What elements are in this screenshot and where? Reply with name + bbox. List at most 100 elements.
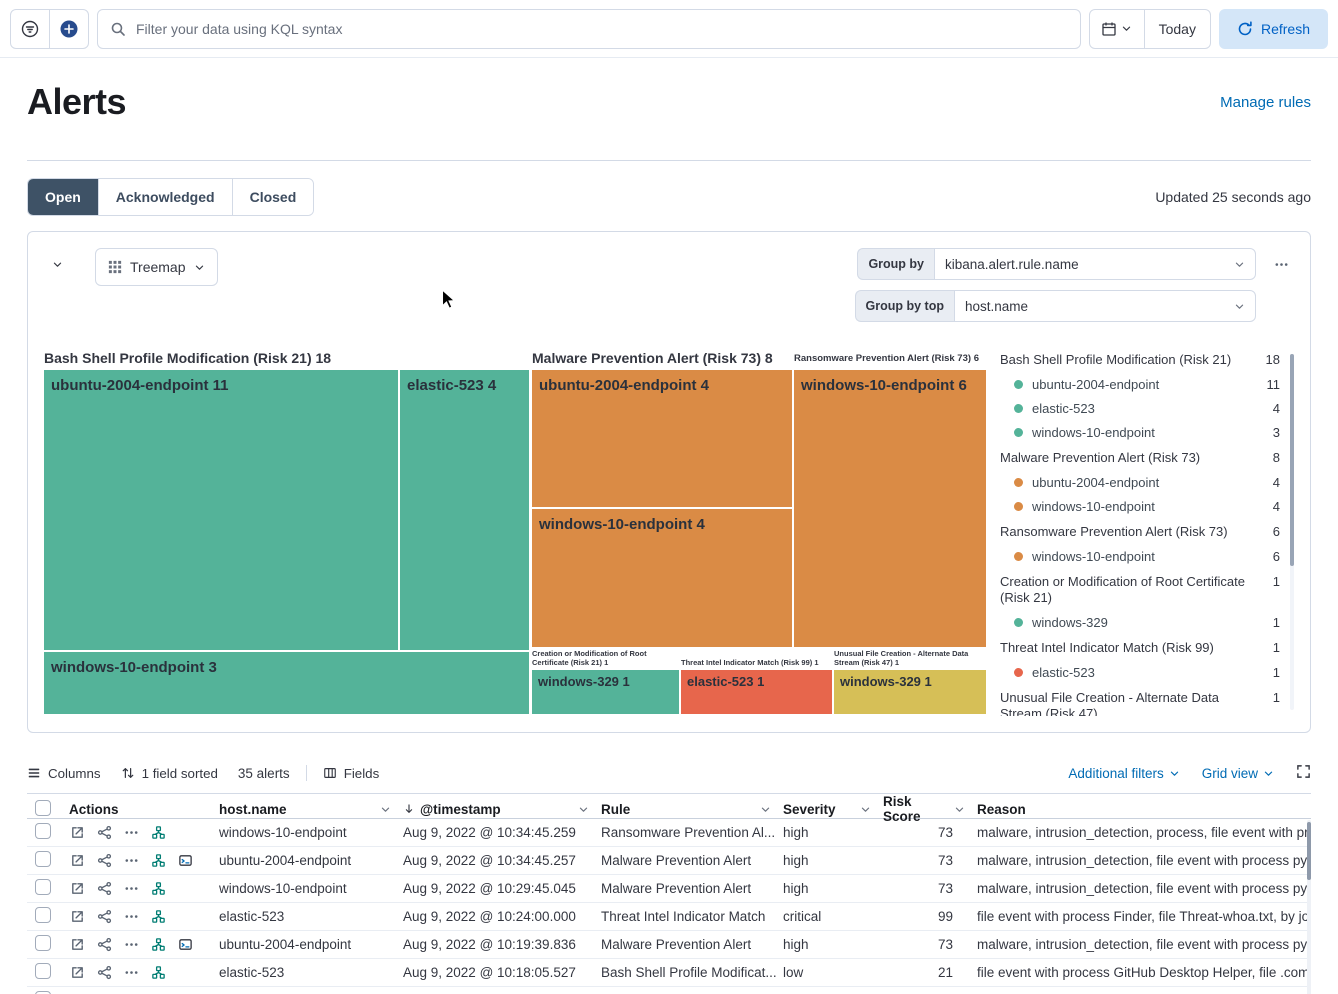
alert-status-filter-group: Open Acknowledged Closed	[27, 178, 314, 216]
more-actions-icon[interactable]	[123, 909, 139, 925]
chart-options-button[interactable]	[1268, 251, 1294, 277]
legend-item[interactable]: windows-10-endpoint3	[1000, 425, 1280, 440]
expand-alert-icon[interactable]	[69, 965, 85, 981]
legend-item[interactable]: elastic-5234	[1000, 401, 1280, 416]
more-actions-icon[interactable]	[123, 937, 139, 953]
group-by-top-select[interactable]: host.name	[954, 290, 1256, 322]
legend-scrollbar[interactable]	[1290, 354, 1294, 710]
legend-color-dot	[1014, 404, 1023, 413]
date-picker-button[interactable]	[1090, 10, 1144, 48]
investigate-in-timeline-icon[interactable]	[96, 881, 112, 897]
table-row: windows-10-endpointAug 9, 2022 @ 10:29:4…	[27, 875, 1311, 903]
row-actions	[63, 909, 213, 925]
kql-search-input[interactable]	[134, 20, 1068, 38]
tab-closed[interactable]: Closed	[233, 179, 314, 215]
more-actions-icon[interactable]	[123, 825, 139, 841]
divider	[306, 765, 307, 781]
chevron-down-icon	[1234, 259, 1245, 270]
chart-type-select[interactable]: Treemap	[95, 248, 218, 286]
tab-acknowledged[interactable]: Acknowledged	[99, 179, 233, 215]
investigate-in-timeline-icon[interactable]	[96, 825, 112, 841]
treemap-block[interactable]: ubuntu-2004-endpoint 4	[532, 370, 792, 507]
treemap-block[interactable]: windows-10-endpoint 6	[794, 370, 986, 647]
table-header-row: Actions host.name @timestamp Rule Severi…	[27, 793, 1311, 819]
timestamp-cell: Aug 9, 2022 @ 10:34:45.259	[397, 825, 595, 840]
row-checkbox[interactable]	[35, 907, 51, 923]
expand-alert-icon[interactable]	[69, 825, 85, 841]
severity-cell: high	[777, 825, 877, 840]
analyze-event-icon[interactable]	[150, 853, 166, 869]
row-checkbox[interactable]	[35, 851, 51, 867]
fields-button[interactable]: Fields	[323, 766, 380, 781]
treemap-block[interactable]: elastic-523 4	[400, 370, 529, 650]
treemap-block[interactable]: windows-10-endpoint 3	[44, 652, 529, 714]
manage-rules-link[interactable]: Manage rules	[1220, 94, 1311, 111]
legend-group-title: Ransomware Prevention Alert (Risk 73)6	[1000, 524, 1280, 540]
legend-item[interactable]: windows-3291	[1000, 615, 1280, 630]
additional-filters-button[interactable]: Additional filters	[1068, 766, 1179, 781]
treemap-block[interactable]: elastic-523 1	[681, 670, 832, 714]
expand-alert-icon[interactable]	[69, 909, 85, 925]
investigate-in-timeline-icon[interactable]	[96, 909, 112, 925]
legend-item[interactable]: elastic-5231	[1000, 665, 1280, 680]
legend-item[interactable]: windows-10-endpoint4	[1000, 499, 1280, 514]
investigate-in-timeline-icon[interactable]	[96, 853, 112, 869]
add-filter-button[interactable]	[50, 10, 88, 48]
legend-item[interactable]: ubuntu-2004-endpoint4	[1000, 475, 1280, 490]
expand-alert-icon[interactable]	[69, 881, 85, 897]
legend-item[interactable]: ubuntu-2004-endpoint11	[1000, 377, 1280, 392]
col-header-risk-score[interactable]: Risk Score	[877, 794, 971, 824]
legend-item[interactable]: windows-10-endpoint6	[1000, 549, 1280, 564]
investigate-in-timeline-icon[interactable]	[96, 965, 112, 981]
more-actions-icon[interactable]	[123, 881, 139, 897]
open-session-view-icon[interactable]	[177, 937, 193, 953]
search-icon	[110, 21, 126, 37]
col-header-host-name[interactable]: host.name	[213, 794, 397, 824]
reason-cell: file event with process GitHub Desktop H…	[971, 965, 1311, 980]
col-header-severity[interactable]: Severity	[777, 794, 877, 824]
divider	[27, 160, 1311, 161]
expand-alert-icon[interactable]	[69, 937, 85, 953]
timestamp-cell: Aug 9, 2022 @ 10:18:05.527	[397, 965, 595, 980]
today-button[interactable]: Today	[1145, 10, 1210, 48]
open-session-view-icon[interactable]	[177, 853, 193, 869]
treemap-block[interactable]: ubuntu-2004-endpoint 11	[44, 370, 398, 650]
group-by-select[interactable]: kibana.alert.rule.name	[934, 248, 1256, 280]
alerts-table: Actions host.name @timestamp Rule Severi…	[27, 793, 1311, 994]
fields-icon	[323, 766, 337, 780]
col-header-rule[interactable]: Rule	[595, 794, 777, 824]
treemap-block[interactable]: windows-329 1	[834, 670, 986, 714]
refresh-button[interactable]: Refresh	[1219, 9, 1328, 49]
collapse-chart-button[interactable]	[52, 258, 63, 273]
col-header-timestamp[interactable]: @timestamp	[397, 794, 595, 824]
host-name-cell: ubuntu-2004-endpoint	[213, 937, 397, 952]
sort-fields-button[interactable]: 1 field sorted	[121, 766, 218, 781]
row-checkbox[interactable]	[35, 935, 51, 951]
columns-button[interactable]: Columns	[27, 766, 101, 781]
select-all-checkbox[interactable]	[35, 800, 51, 816]
investigate-in-timeline-icon[interactable]	[96, 937, 112, 953]
analyze-event-icon[interactable]	[150, 909, 166, 925]
fullscreen-button[interactable]	[1296, 764, 1311, 782]
analyze-event-icon[interactable]	[150, 825, 166, 841]
row-checkbox[interactable]	[35, 963, 51, 979]
expand-alert-icon[interactable]	[69, 853, 85, 869]
tab-open[interactable]: Open	[28, 179, 99, 215]
legend-color-dot	[1014, 618, 1023, 627]
more-actions-icon[interactable]	[123, 853, 139, 869]
analyze-event-icon[interactable]	[150, 881, 166, 897]
row-checkbox[interactable]	[35, 879, 51, 895]
grid-view-button[interactable]: Grid view	[1202, 766, 1274, 781]
reason-cell: malware, intrusion_detection, file event…	[971, 853, 1311, 868]
col-header-reason[interactable]: Reason	[971, 794, 1311, 824]
more-actions-icon[interactable]	[123, 965, 139, 981]
saved-query-menu-button[interactable]	[11, 10, 49, 48]
treemap-block[interactable]: windows-10-endpoint 4	[532, 509, 792, 647]
chevron-down-icon	[194, 262, 205, 273]
row-checkbox[interactable]	[35, 823, 51, 839]
table-scrollbar[interactable]	[1307, 820, 1311, 994]
analyze-event-icon[interactable]	[150, 937, 166, 953]
legend-group-title: Creation or Modification of Root Certifi…	[1000, 574, 1280, 606]
treemap-block[interactable]: windows-329 1	[532, 670, 679, 714]
analyze-event-icon[interactable]	[150, 965, 166, 981]
